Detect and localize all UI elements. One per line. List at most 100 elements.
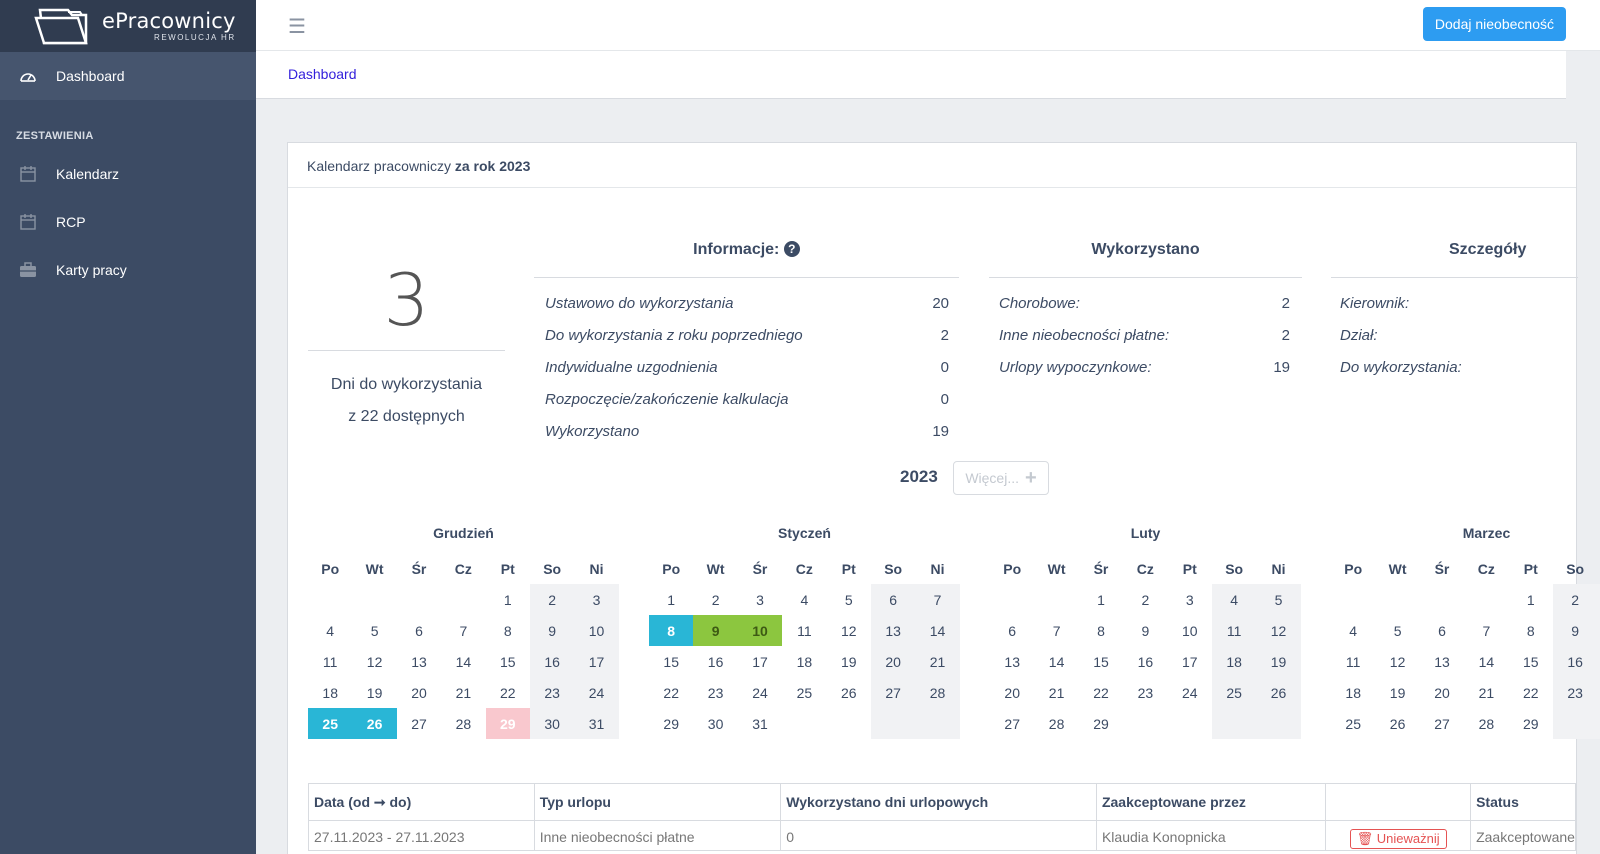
calendar-day[interactable]: 26	[1256, 677, 1301, 708]
column-header[interactable]: Data (od ➞ do)	[308, 783, 535, 821]
calendar-day[interactable]: 20	[1420, 677, 1464, 708]
calendar-day[interactable]: 14	[1034, 646, 1078, 677]
calendar-day[interactable]: 9	[529, 615, 575, 646]
calendar-day[interactable]: 8	[1509, 615, 1553, 646]
calendar-day[interactable]: 24	[574, 677, 619, 708]
more-button[interactable]: Więcej... +	[953, 461, 1049, 495]
calendar-day[interactable]: 22	[1079, 677, 1123, 708]
calendar-day[interactable]: 6	[397, 615, 441, 646]
calendar-day[interactable]: 4	[782, 584, 826, 615]
calendar-day[interactable]: 26	[827, 677, 871, 708]
calendar-day[interactable]: 29	[485, 708, 530, 739]
calendar-day[interactable]: 30	[529, 708, 575, 739]
calendar-day[interactable]: 26	[352, 708, 397, 739]
calendar-day[interactable]: 27	[397, 708, 441, 739]
calendar-day[interactable]: 4	[1211, 584, 1257, 615]
calendar-day[interactable]: 23	[693, 677, 737, 708]
calendar-day[interactable]: 16	[1123, 646, 1167, 677]
calendar-day[interactable]: 4	[308, 615, 352, 646]
calendar-day[interactable]: 29	[1079, 708, 1123, 739]
menu-icon[interactable]: ☰	[288, 14, 306, 39]
logo[interactable]: ePracownicy REWOLUCJA HR	[0, 0, 256, 52]
calendar-day[interactable]: 21	[915, 646, 960, 677]
calendar-day[interactable]: 1	[649, 584, 693, 615]
calendar-day[interactable]: 6	[870, 584, 916, 615]
calendar-day[interactable]: 27	[870, 677, 916, 708]
calendar-day[interactable]: 28	[1464, 708, 1508, 739]
calendar-day[interactable]: 18	[308, 677, 352, 708]
calendar-day[interactable]: 5	[352, 615, 396, 646]
calendar-day[interactable]: 23	[1123, 677, 1167, 708]
calendar-day[interactable]: 17	[574, 646, 619, 677]
calendar-day[interactable]: 16	[693, 646, 737, 677]
calendar-day[interactable]: 15	[486, 646, 530, 677]
calendar-day[interactable]: 25	[308, 708, 353, 739]
calendar-day[interactable]: 8	[649, 615, 694, 646]
calendar-day[interactable]: 29	[649, 708, 693, 739]
calendar-day[interactable]: 23	[529, 677, 575, 708]
sidebar-item-rcp[interactable]: RCP	[0, 198, 256, 246]
calendar-day[interactable]: 2	[1123, 584, 1167, 615]
calendar-day[interactable]: 7	[1034, 615, 1078, 646]
calendar-day[interactable]: 22	[486, 677, 530, 708]
calendar-day[interactable]: 8	[1079, 615, 1123, 646]
calendar-day[interactable]: 20	[870, 646, 916, 677]
calendar-day[interactable]: 3	[1168, 584, 1212, 615]
calendar-day[interactable]: 25	[1211, 677, 1257, 708]
calendar-day[interactable]: 17	[1168, 646, 1212, 677]
column-header[interactable]: Typ urlopu	[533, 783, 782, 821]
add-absence-button[interactable]: Dodaj nieobecność	[1422, 7, 1566, 41]
calendar-day[interactable]: 13	[1420, 646, 1464, 677]
calendar-day[interactable]: 5	[1375, 615, 1419, 646]
calendar-day[interactable]: 20	[397, 677, 441, 708]
calendar-day[interactable]: 31	[738, 708, 782, 739]
calendar-day[interactable]: 14	[915, 615, 960, 646]
calendar-day[interactable]: 31	[574, 708, 619, 739]
calendar-day[interactable]: 10	[574, 615, 619, 646]
calendar-day[interactable]: 6	[1420, 615, 1464, 646]
calendar-day[interactable]: 7	[915, 584, 960, 615]
breadcrumb-dashboard-link[interactable]: Dashboard	[288, 66, 357, 82]
calendar-day[interactable]: 21	[441, 677, 485, 708]
calendar-day[interactable]: 7	[1464, 615, 1508, 646]
calendar-day[interactable]: 11	[782, 615, 826, 646]
calendar-day[interactable]: 19	[1256, 646, 1301, 677]
calendar-day[interactable]: 19	[1375, 677, 1419, 708]
calendar-day[interactable]: 22	[1509, 677, 1553, 708]
sidebar-item-kalendarz[interactable]: Kalendarz	[0, 150, 256, 198]
calendar-day[interactable]: 12	[352, 646, 396, 677]
calendar-day[interactable]: 29	[1509, 708, 1553, 739]
calendar-day[interactable]: 19	[827, 646, 871, 677]
calendar-day[interactable]: 28	[915, 677, 960, 708]
calendar-day[interactable]: 11	[1331, 646, 1375, 677]
calendar-day[interactable]: 2	[529, 584, 575, 615]
calendar-day[interactable]: 12	[827, 615, 871, 646]
calendar-day[interactable]: 1	[1509, 584, 1553, 615]
calendar-day[interactable]: 14	[441, 646, 485, 677]
calendar-day[interactable]: 10	[1168, 615, 1212, 646]
calendar-day[interactable]: 18	[1331, 677, 1375, 708]
calendar-day[interactable]: 12	[1375, 646, 1419, 677]
calendar-day[interactable]: 5	[827, 584, 871, 615]
calendar-day[interactable]: 15	[649, 646, 693, 677]
calendar-day[interactable]: 9	[1123, 615, 1167, 646]
revoke-button[interactable]: 🗑 Unieważnij	[1349, 829, 1447, 849]
column-header[interactable]: Status	[1470, 783, 1576, 821]
calendar-day[interactable]: 26	[1375, 708, 1419, 739]
calendar-day[interactable]: 27	[1420, 708, 1464, 739]
calendar-day[interactable]: 28	[441, 708, 485, 739]
calendar-day[interactable]: 17	[738, 646, 782, 677]
calendar-day[interactable]: 18	[782, 646, 826, 677]
column-header[interactable]: Wykorzystano dni urlopowych	[780, 783, 1097, 821]
calendar-day[interactable]: 24	[1168, 677, 1212, 708]
calendar-day[interactable]: 13	[397, 646, 441, 677]
calendar-day[interactable]: 19	[352, 677, 396, 708]
calendar-day[interactable]: 5	[1256, 584, 1301, 615]
calendar-day[interactable]: 1	[486, 584, 530, 615]
calendar-day[interactable]: 23	[1552, 677, 1598, 708]
calendar-day[interactable]: 6	[990, 615, 1034, 646]
calendar-day[interactable]: 3	[574, 584, 619, 615]
calendar-day[interactable]: 30	[693, 708, 737, 739]
calendar-day[interactable]: 21	[1464, 677, 1508, 708]
sidebar-item-dashboard[interactable]: Dashboard	[0, 52, 256, 100]
